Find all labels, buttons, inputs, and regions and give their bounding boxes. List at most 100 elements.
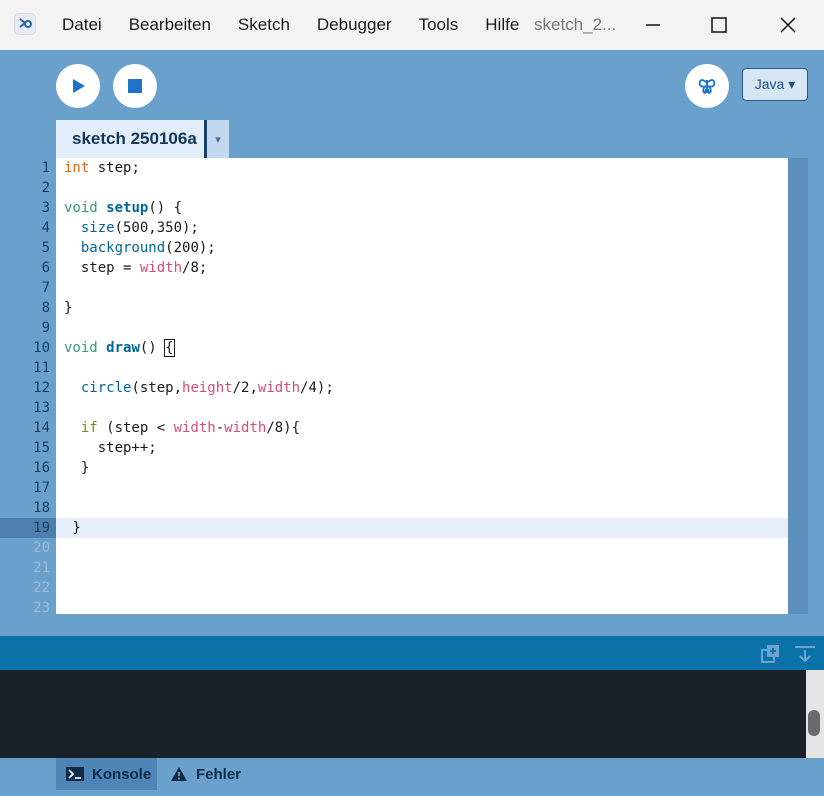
add-console-icon[interactable] — [760, 644, 782, 664]
line-number: 13 — [33, 400, 50, 416]
code-token: int — [64, 160, 90, 176]
code-token: /2, — [232, 380, 258, 396]
menu-sketch[interactable]: Sketch — [238, 0, 290, 50]
code-token: (step < — [97, 420, 174, 436]
code-token: (200); — [165, 240, 216, 256]
current-line-highlight — [56, 518, 788, 538]
line-number: 16 — [33, 460, 50, 476]
line-number: 8 — [41, 300, 50, 316]
console-header — [0, 636, 824, 670]
terminal-icon — [66, 767, 84, 781]
menu-debugger[interactable]: Debugger — [317, 0, 392, 50]
code-token: () { — [148, 200, 183, 216]
editor-scrollbar[interactable] — [788, 158, 808, 614]
code-token: step = — [64, 260, 140, 276]
console-scrollbar-thumb[interactable] — [808, 710, 820, 736]
code-line: if (step < width-width/8){ — [64, 418, 300, 438]
code-token: if — [80, 420, 98, 436]
code-token: /8; — [182, 260, 208, 276]
butterfly-icon — [698, 79, 716, 95]
code-token: /4); — [300, 380, 334, 396]
line-number-current: 19 — [33, 520, 50, 536]
code-token: void — [64, 340, 98, 356]
maximize-button[interactable] — [696, 0, 742, 50]
line-number: 7 — [41, 280, 50, 296]
tab-sketch[interactable]: sketch 250106a — [56, 120, 204, 158]
editor-tabs: sketch 250106a ▾ — [0, 120, 824, 158]
close-icon — [780, 17, 796, 33]
code-token: (500,350); — [114, 220, 199, 236]
toolbar: Java ▾ — [0, 50, 824, 120]
code-token: background — [80, 240, 166, 256]
editor-footer — [0, 614, 824, 636]
processing-app-icon — [14, 13, 36, 35]
code-line: size(500,350); — [64, 218, 199, 238]
code-token: size — [80, 220, 115, 236]
bottom-tab-bar: Konsole Fehler — [0, 758, 824, 796]
debug-button[interactable] — [685, 64, 729, 108]
title-bar: Datei Bearbeiten Sketch Debugger Tools H… — [0, 0, 824, 50]
tab-console-label: Konsole — [92, 765, 152, 783]
code-line: step++; — [64, 440, 157, 456]
line-number: 11 — [33, 360, 50, 376]
code-editor[interactable]: int step; void setup() { size(500,350); … — [56, 158, 788, 614]
code-line: void draw() { — [64, 338, 175, 358]
code-token: height — [182, 380, 233, 396]
line-number: 12 — [33, 380, 50, 396]
code-token: /8){ — [266, 420, 301, 436]
line-number: 17 — [33, 480, 50, 496]
minimize-icon — [646, 24, 660, 26]
line-number: 4 — [41, 220, 50, 236]
line-number: 20 — [33, 540, 50, 556]
matching-bracket: { — [164, 339, 175, 357]
close-button[interactable] — [765, 0, 811, 50]
warning-icon — [171, 767, 187, 781]
menu-bearbeiten[interactable]: Bearbeiten — [129, 0, 211, 50]
code-token: () — [139, 340, 166, 356]
collapse-panel-icon[interactable] — [794, 644, 816, 664]
menu-tools[interactable]: Tools — [419, 0, 459, 50]
maximize-icon — [711, 17, 727, 33]
code-token: step; — [89, 160, 140, 176]
line-number: 18 — [33, 500, 50, 516]
code-token: width — [139, 260, 183, 276]
code-token: (step, — [131, 380, 183, 396]
tab-errors[interactable]: Fehler — [170, 758, 241, 790]
mode-selector[interactable]: Java ▾ — [742, 68, 808, 101]
code-token: width — [257, 380, 301, 396]
line-number-gutter: 1 2 3 4 5 6 7 8 9 10 11 12 13 14 15 16 1… — [0, 158, 56, 616]
line-number: 3 — [41, 200, 50, 216]
code-line: background(200); — [64, 238, 216, 258]
menu-datei[interactable]: Datei — [62, 0, 102, 50]
run-button[interactable] — [56, 64, 100, 108]
line-number: 10 — [33, 340, 50, 356]
stop-button[interactable] — [113, 64, 157, 108]
code-token: circle — [80, 380, 132, 396]
code-token: - — [215, 420, 225, 436]
console-output[interactable] — [0, 670, 824, 758]
code-line: step = width/8; — [64, 258, 207, 278]
line-number: 22 — [33, 580, 50, 596]
tab-errors-label: Fehler — [196, 765, 242, 783]
menu-bar: Datei Bearbeiten Sketch Debugger Tools H… — [62, 0, 546, 50]
line-number: 1 — [41, 160, 50, 176]
window-title: sketch_2... — [534, 15, 617, 34]
minimize-button[interactable] — [630, 0, 676, 50]
code-token: width — [224, 420, 267, 436]
line-number: 9 — [41, 320, 50, 336]
code-line: circle(step,height/2,width/4); — [64, 378, 334, 398]
code-token: void — [64, 200, 98, 216]
code-line: int step; — [64, 158, 140, 178]
tab-menu-button[interactable]: ▾ — [207, 120, 229, 158]
menu-hilfe[interactable]: Hilfe — [485, 0, 519, 50]
line-number: 5 — [41, 240, 50, 256]
code-token: width — [173, 420, 216, 436]
code-line: void setup() { — [64, 198, 182, 218]
tab-console[interactable]: Konsole — [56, 758, 157, 790]
play-icon — [73, 79, 85, 93]
stop-icon — [128, 79, 142, 93]
